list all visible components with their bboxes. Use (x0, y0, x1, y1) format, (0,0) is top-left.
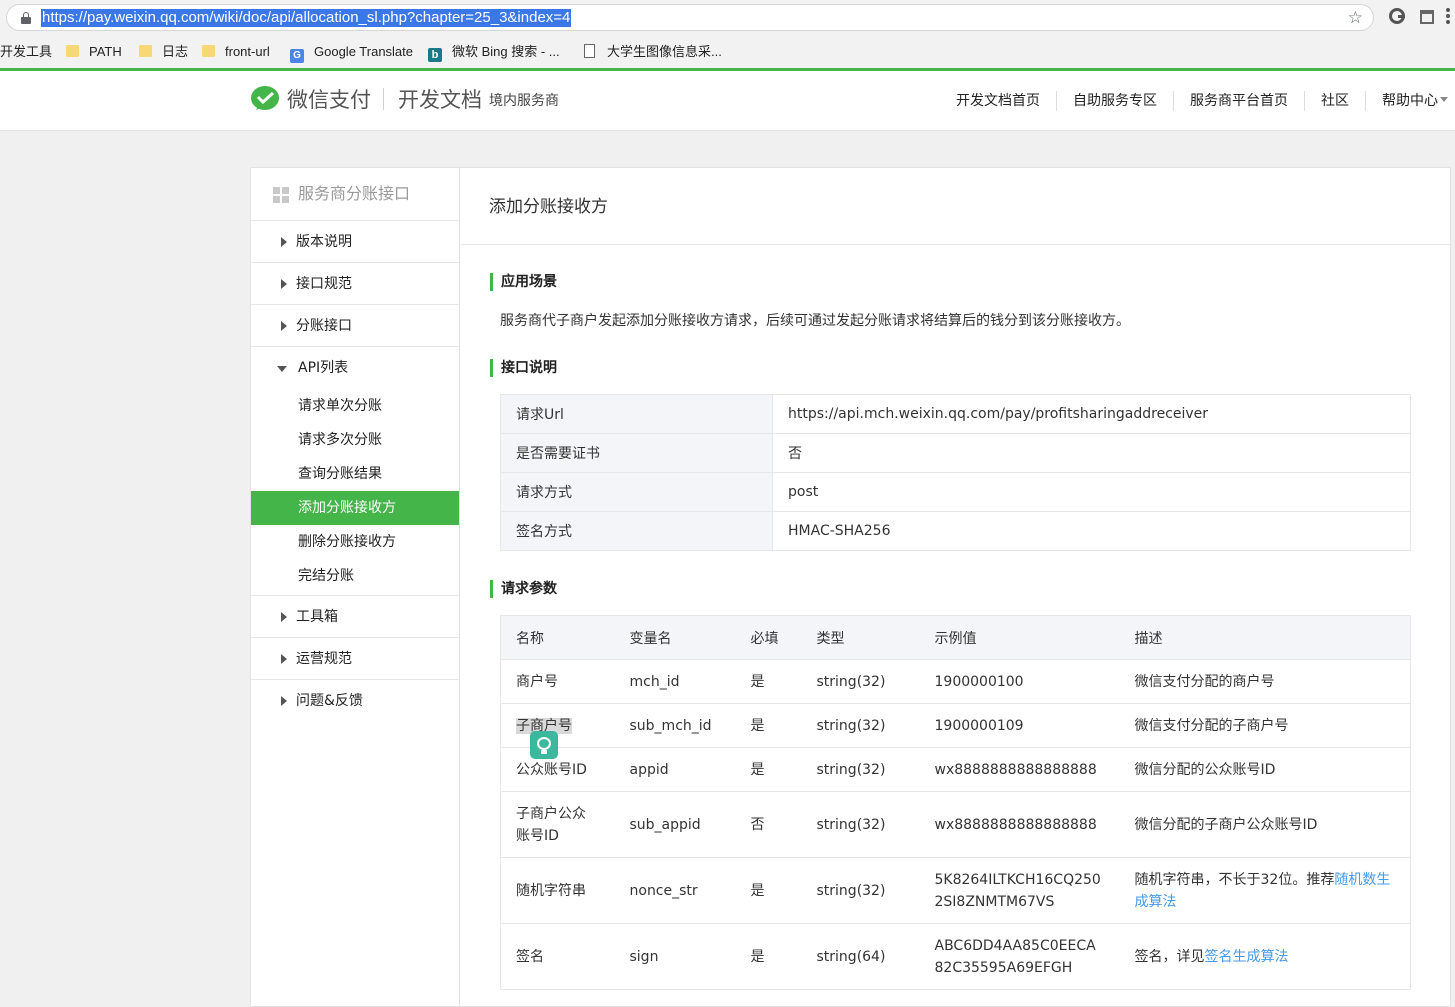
table-row: 签名方式 HMAC-SHA256 (500, 511, 1411, 551)
extension-icon[interactable] (1420, 10, 1434, 24)
nav-platform-home[interactable]: 服务商平台首页 (1173, 91, 1304, 111)
top-nav: 开发文档首页 自助服务专区 服务商平台首页 社区 帮助中心 (940, 91, 1455, 111)
chevron-down-icon (1440, 97, 1448, 102)
section-interface-heading: 接口说明 (490, 359, 557, 377)
bookmark-star-icon[interactable]: ☆ (1348, 8, 1363, 28)
content: 添加分账接收方 应用场景 服务商代子商户发起添加分账接收方请求，后续可通过发起分… (461, 168, 1452, 1007)
lock-icon[interactable] (21, 12, 31, 24)
browser-menu-icon[interactable] (1446, 8, 1450, 26)
sidebar-item-sharing-api[interactable]: 分账接口 (251, 305, 459, 347)
scene-description: 服务商代子商户发起添加分账接收方请求，后续可通过发起分账请求将结算后的钱分到该分… (500, 313, 1130, 329)
bookmark-log[interactable]: 日志 (139, 43, 188, 61)
section-params-heading: 请求参数 (490, 580, 557, 598)
bookmark-student-image[interactable]: 大学生图像信息采... (584, 43, 722, 61)
page-title: 添加分账接收方 (461, 168, 1452, 245)
sidebar-item-spec[interactable]: 接口规范 (251, 263, 459, 305)
site-header: 微信支付 开发文档 境内服务商 开发文档首页 自助服务专区 服务商平台首页 社区… (0, 71, 1455, 131)
folder-icon (139, 45, 152, 57)
url-text[interactable]: https://pay.weixin.qq.com/wiki/doc/api/a… (41, 9, 572, 27)
table-row: 是否需要证书否 (500, 433, 1411, 473)
bookmark-bing[interactable]: b 微软 Bing 搜索 - ... (428, 43, 560, 62)
page-icon (584, 44, 595, 58)
sidebar-item-toolbox[interactable]: 工具箱 (251, 596, 459, 638)
grid-icon (273, 187, 289, 203)
caret-down-icon (277, 366, 287, 372)
address-bar[interactable]: https://pay.weixin.qq.com/wiki/doc/api/a… (6, 4, 1374, 31)
doc-title[interactable]: 开发文档 (398, 86, 482, 114)
grammarly-extension-icon[interactable] (1389, 8, 1405, 24)
sidebar-item-operation[interactable]: 运营规范 (251, 638, 459, 680)
bookmarks-bar: 开发工具 PATH 日志 front-url G Google Translate… (0, 34, 1455, 68)
table-row: 签名 sign 是 string(64) ABC6DD4AA85C0EECA82… (500, 923, 1411, 990)
interface-info-table: 请求Url https://api.mch.weixin.qq.com/pay/p… (500, 394, 1411, 551)
section-scene-heading: 应用场景 (490, 273, 557, 291)
caret-right-icon (281, 321, 287, 331)
doc-subtitle: 境内服务商 (489, 93, 559, 109)
nav-doc-home[interactable]: 开发文档首页 (940, 91, 1056, 111)
sidebar-item-api-list[interactable]: API列表 (251, 347, 459, 389)
sidebar-item-version[interactable]: 版本说明 (251, 221, 459, 263)
table-row: 公众账号ID appid 是 string(32) wx888888888888… (500, 747, 1411, 792)
caret-right-icon (281, 279, 287, 289)
table-header-row: 名称 变量名 必填 类型 示例值 描述 (500, 615, 1411, 660)
sign-algorithm-link[interactable]: 签名生成算法 (1205, 949, 1289, 965)
table-row: 子商户号 sub_mch_id 是 string(32) 1900000109 … (500, 703, 1411, 748)
sidebar-item-faq[interactable]: 问题&反馈 (251, 680, 459, 722)
caret-right-icon (281, 654, 287, 664)
sidebar-sub-remove-receiver[interactable]: 删除分账接收方 (251, 525, 459, 559)
bookmark-dev-tools[interactable]: 开发工具 (0, 43, 52, 61)
bookmark-path[interactable]: PATH (66, 43, 122, 61)
bookmark-google-translate[interactable]: G Google Translate (290, 43, 413, 63)
sidebar: 服务商分账接口 版本说明 接口规范 分账接口 API列表 请求单次分账 请求多次… (251, 168, 460, 1007)
sidebar-sub-finish-sharing[interactable]: 完结分账 (251, 559, 459, 593)
table-row: 请求方式 post (500, 472, 1411, 512)
browser-toolbar: https://pay.weixin.qq.com/wiki/doc/api/a… (0, 0, 1455, 34)
bing-icon: b (428, 48, 442, 62)
folder-icon (202, 45, 215, 57)
wechat-pay-logo-icon[interactable] (250, 85, 280, 113)
folder-icon (66, 45, 79, 57)
sidebar-group-api-list: API列表 请求单次分账 请求多次分账 查询分账结果 添加分账接收方 删除分账接… (251, 347, 459, 596)
google-translate-icon: G (290, 49, 304, 63)
sidebar-sub-multi-sharing[interactable]: 请求多次分账 (251, 423, 459, 457)
sidebar-sub-single-sharing[interactable]: 请求单次分账 (251, 389, 459, 423)
sidebar-sub-add-receiver[interactable]: 添加分账接收方 (251, 491, 459, 525)
request-params-table: 名称 变量名 必填 类型 示例值 描述 商户号 mch_id 是 string(… (500, 615, 1411, 990)
caret-right-icon (281, 696, 287, 706)
nav-community[interactable]: 社区 (1304, 91, 1365, 111)
logo-text[interactable]: 微信支付 (287, 86, 371, 114)
table-row: 子商户公众账号ID sub_appid 否 string(32) wx88888… (500, 791, 1411, 858)
table-row: 商户号 mch_id 是 string(32) 1900000100 微信支付分… (500, 659, 1411, 704)
nav-self-service[interactable]: 自助服务专区 (1056, 91, 1173, 111)
logo-separator (383, 88, 384, 110)
main-panel: 服务商分账接口 版本说明 接口规范 分账接口 API列表 请求单次分账 请求多次… (250, 167, 1452, 1007)
nav-help-center[interactable]: 帮助中心 (1365, 91, 1455, 111)
bookmark-front-url[interactable]: front-url (202, 43, 270, 61)
table-row: 请求Url https://api.mch.weixin.qq.com/pay/p… (500, 394, 1411, 434)
table-row: 随机字符串 nonce_str 是 string(32) 5K8264ILTKC… (500, 857, 1411, 924)
sidebar-sub-query-result[interactable]: 查询分账结果 (251, 457, 459, 491)
sidebar-title: 服务商分账接口 (251, 168, 459, 221)
caret-right-icon (281, 237, 287, 247)
caret-right-icon (281, 612, 287, 622)
translate-helper-icon[interactable] (530, 731, 558, 759)
